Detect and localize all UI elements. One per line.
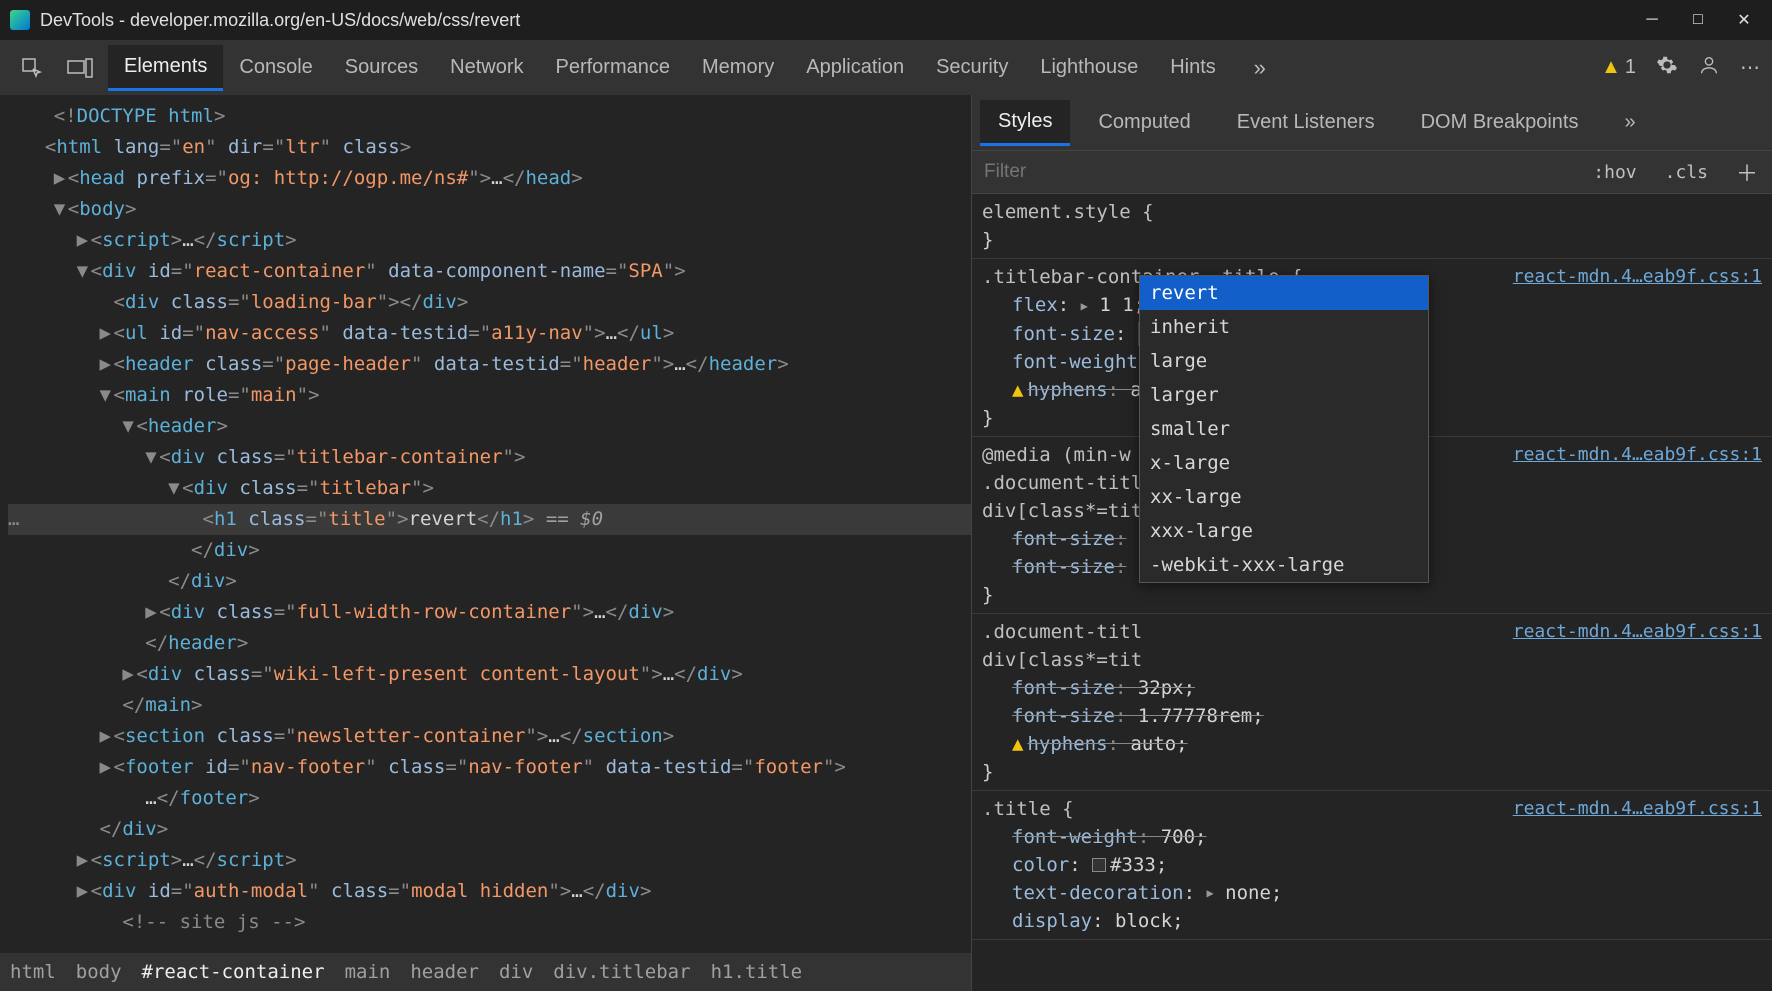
tab-hints[interactable]: Hints <box>1154 46 1232 89</box>
cls-button[interactable]: .cls <box>1651 162 1722 183</box>
dom-line[interactable]: ▶<ul id="nav-access" data-testid="a11y-n… <box>8 318 971 349</box>
tab-performance[interactable]: Performance <box>540 46 687 89</box>
breadcrumb-item[interactable]: body <box>76 961 122 983</box>
dom-line[interactable]: ▼<body> <box>8 194 971 225</box>
dom-line[interactable]: <!-- site js --> <box>8 907 971 938</box>
styles-tabs: StylesComputed Event ListenersDOM Breakpo… <box>972 95 1772 150</box>
dom-line[interactable]: </header> <box>8 628 971 659</box>
dom-line[interactable]: ▶<section class="newsletter-container">…… <box>8 721 971 752</box>
autocomplete-option[interactable]: xx-large <box>1140 480 1428 514</box>
window-title: DevTools - developer.mozilla.org/en-US/d… <box>40 10 1644 31</box>
dom-line[interactable]: ▼<main role="main"> <box>8 380 971 411</box>
tab-memory[interactable]: Memory <box>686 46 790 89</box>
source-link[interactable]: react-mdn.4…eab9f.css:1 <box>1513 618 1762 646</box>
inspect-icon[interactable] <box>12 50 52 86</box>
autocomplete-option[interactable]: smaller <box>1140 412 1428 446</box>
device-toggle-icon[interactable] <box>60 50 100 86</box>
styles-tab-styles[interactable]: Styles <box>980 100 1070 146</box>
kebab-menu-icon[interactable]: ⋯ <box>1740 55 1760 80</box>
autocomplete-popup[interactable]: revertinheritlargelargersmallerx-largexx… <box>1139 275 1429 583</box>
breadcrumb-bar[interactable]: html body #react-container main header divdiv… <box>0 953 971 991</box>
tab-security[interactable]: Security <box>920 46 1024 89</box>
dom-line[interactable]: …</footer> <box>8 783 971 814</box>
filter-bar: :hov .cls ＋ <box>972 150 1772 194</box>
more-styles-tabs-icon[interactable]: » <box>1606 101 1653 144</box>
dom-line[interactable]: <html lang="en" dir="ltr" class> <box>8 132 971 163</box>
autocomplete-option[interactable]: larger <box>1140 378 1428 412</box>
source-link[interactable]: react-mdn.4…eab9f.css:1 <box>1513 441 1762 469</box>
source-link[interactable]: react-mdn.4…eab9f.css:1 <box>1513 263 1762 291</box>
dom-line[interactable]: … <h1 class="title">revert</h1> == $0 <box>8 504 971 535</box>
breadcrumb-item[interactable]: header <box>410 961 479 983</box>
css-rule[interactable]: react-mdn.4…eab9f.css:1.title {font-weig… <box>972 791 1772 941</box>
dom-line[interactable]: </div> <box>8 535 971 566</box>
tab-application[interactable]: Application <box>790 46 920 89</box>
css-rule[interactable]: react-mdn.4…eab9f.css:1.document-titldiv… <box>972 614 1772 791</box>
tab-elements[interactable]: Elements <box>108 45 223 91</box>
account-icon[interactable] <box>1698 54 1720 82</box>
breadcrumb-item[interactable]: #react-container <box>142 961 325 983</box>
styles-tab-event-listeners[interactable]: Event Listeners <box>1219 101 1393 144</box>
maximize-button[interactable]: □ <box>1690 12 1706 28</box>
dom-line[interactable]: ▶<script>…</script> <box>8 225 971 256</box>
breadcrumb-item[interactable]: div.titlebar <box>553 961 690 983</box>
elements-panel: <!DOCTYPE html> <html lang="en" dir="ltr… <box>0 95 972 991</box>
autocomplete-option[interactable]: revert <box>1140 276 1428 310</box>
autocomplete-option[interactable]: -webkit-xxx-large <box>1140 548 1428 582</box>
tab-console[interactable]: Console <box>223 46 328 89</box>
dom-line[interactable]: <!DOCTYPE html> <box>8 101 971 132</box>
dom-line[interactable]: </main> <box>8 690 971 721</box>
tab-network[interactable]: Network <box>434 46 539 89</box>
dom-line[interactable]: ▶<div id="auth-modal" class="modal hidde… <box>8 876 971 907</box>
breadcrumb-item[interactable]: html <box>10 961 56 983</box>
autocomplete-option[interactable]: xxx-large <box>1140 514 1428 548</box>
dom-tree[interactable]: <!DOCTYPE html> <html lang="en" dir="ltr… <box>0 95 971 953</box>
new-rule-button[interactable]: ＋ <box>1722 156 1772 188</box>
dom-line[interactable]: <div class="loading-bar"></div> <box>8 287 971 318</box>
close-button[interactable]: ✕ <box>1736 12 1752 28</box>
window-titlebar: DevTools - developer.mozilla.org/en-US/d… <box>0 0 1772 40</box>
styles-tab-computed[interactable]: Computed <box>1080 101 1208 144</box>
dom-line[interactable]: ▼<div id="react-container" data-componen… <box>8 256 971 287</box>
dom-line[interactable]: ▶<div class="full-width-row-container">…… <box>8 597 971 628</box>
dom-line[interactable]: ▼<header> <box>8 411 971 442</box>
dom-line[interactable]: ▶<header class="page-header" data-testid… <box>8 349 971 380</box>
styles-tab-dom-breakpoints[interactable]: DOM Breakpoints <box>1403 101 1597 144</box>
warning-badge[interactable]: ▲1 <box>1601 56 1636 79</box>
css-rule[interactable]: element.style {} <box>972 194 1772 259</box>
autocomplete-option[interactable]: x-large <box>1140 446 1428 480</box>
hov-button[interactable]: :hov <box>1579 162 1650 183</box>
tab-sources[interactable]: Sources <box>329 46 434 89</box>
autocomplete-option[interactable]: large <box>1140 344 1428 378</box>
source-link[interactable]: react-mdn.4…eab9f.css:1 <box>1513 795 1762 823</box>
tab-lighthouse[interactable]: Lighthouse <box>1024 46 1154 89</box>
breadcrumb-item[interactable]: h1.title <box>711 961 803 983</box>
dom-line[interactable]: ▼<div class="titlebar"> <box>8 473 971 504</box>
filter-input[interactable] <box>972 161 1579 183</box>
breadcrumb-item[interactable]: div <box>499 961 533 983</box>
more-tabs-icon[interactable]: » <box>1240 50 1280 86</box>
dom-line[interactable]: ▶<script>…</script> <box>8 845 971 876</box>
minimize-button[interactable]: ─ <box>1644 12 1660 28</box>
app-icon <box>10 10 30 30</box>
settings-icon[interactable] <box>1656 54 1678 82</box>
main-toolbar: ElementsConsoleSourcesNetworkPerformance… <box>0 40 1772 95</box>
dom-line[interactable]: ▶<head prefix="og: http://ogp.me/ns#">…<… <box>8 163 971 194</box>
dom-line[interactable]: ▶<div class="wiki-left-present content-l… <box>8 659 971 690</box>
dom-line[interactable]: ▶<footer id="nav-footer" class="nav-foot… <box>8 752 971 783</box>
dom-line[interactable]: </div> <box>8 566 971 597</box>
dom-line[interactable]: </div> <box>8 814 971 845</box>
styles-panel: StylesComputed Event ListenersDOM Breakpo… <box>972 95 1772 991</box>
breadcrumb-item[interactable]: main <box>345 961 391 983</box>
dom-line[interactable]: ▼<div class="titlebar-container"> <box>8 442 971 473</box>
autocomplete-option[interactable]: inherit <box>1140 310 1428 344</box>
